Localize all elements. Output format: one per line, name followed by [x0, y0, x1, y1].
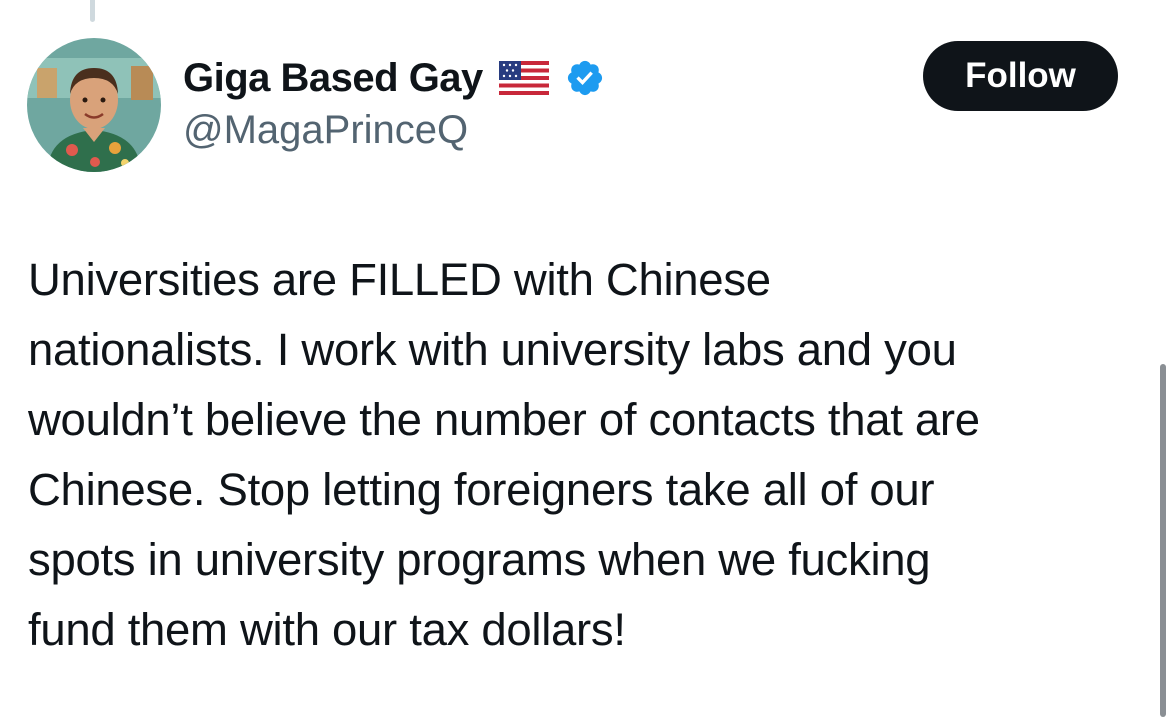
tweet-text: Universities are FILLED with Chinese nat…	[28, 254, 980, 655]
author-handle[interactable]: @MagaPrinceQ	[183, 108, 468, 153]
follow-button[interactable]: Follow	[923, 41, 1118, 111]
author-display-name[interactable]: Giga Based Gay	[183, 56, 483, 101]
author-name-row: Giga Based Gay	[183, 50, 605, 106]
us-flag-icon	[498, 61, 549, 95]
scrollbar[interactable]	[1160, 364, 1166, 717]
avatar[interactable]	[27, 38, 161, 172]
avatar-image	[27, 38, 161, 172]
thread-connector-line	[90, 0, 95, 22]
verified-badge-icon[interactable]	[565, 58, 605, 98]
